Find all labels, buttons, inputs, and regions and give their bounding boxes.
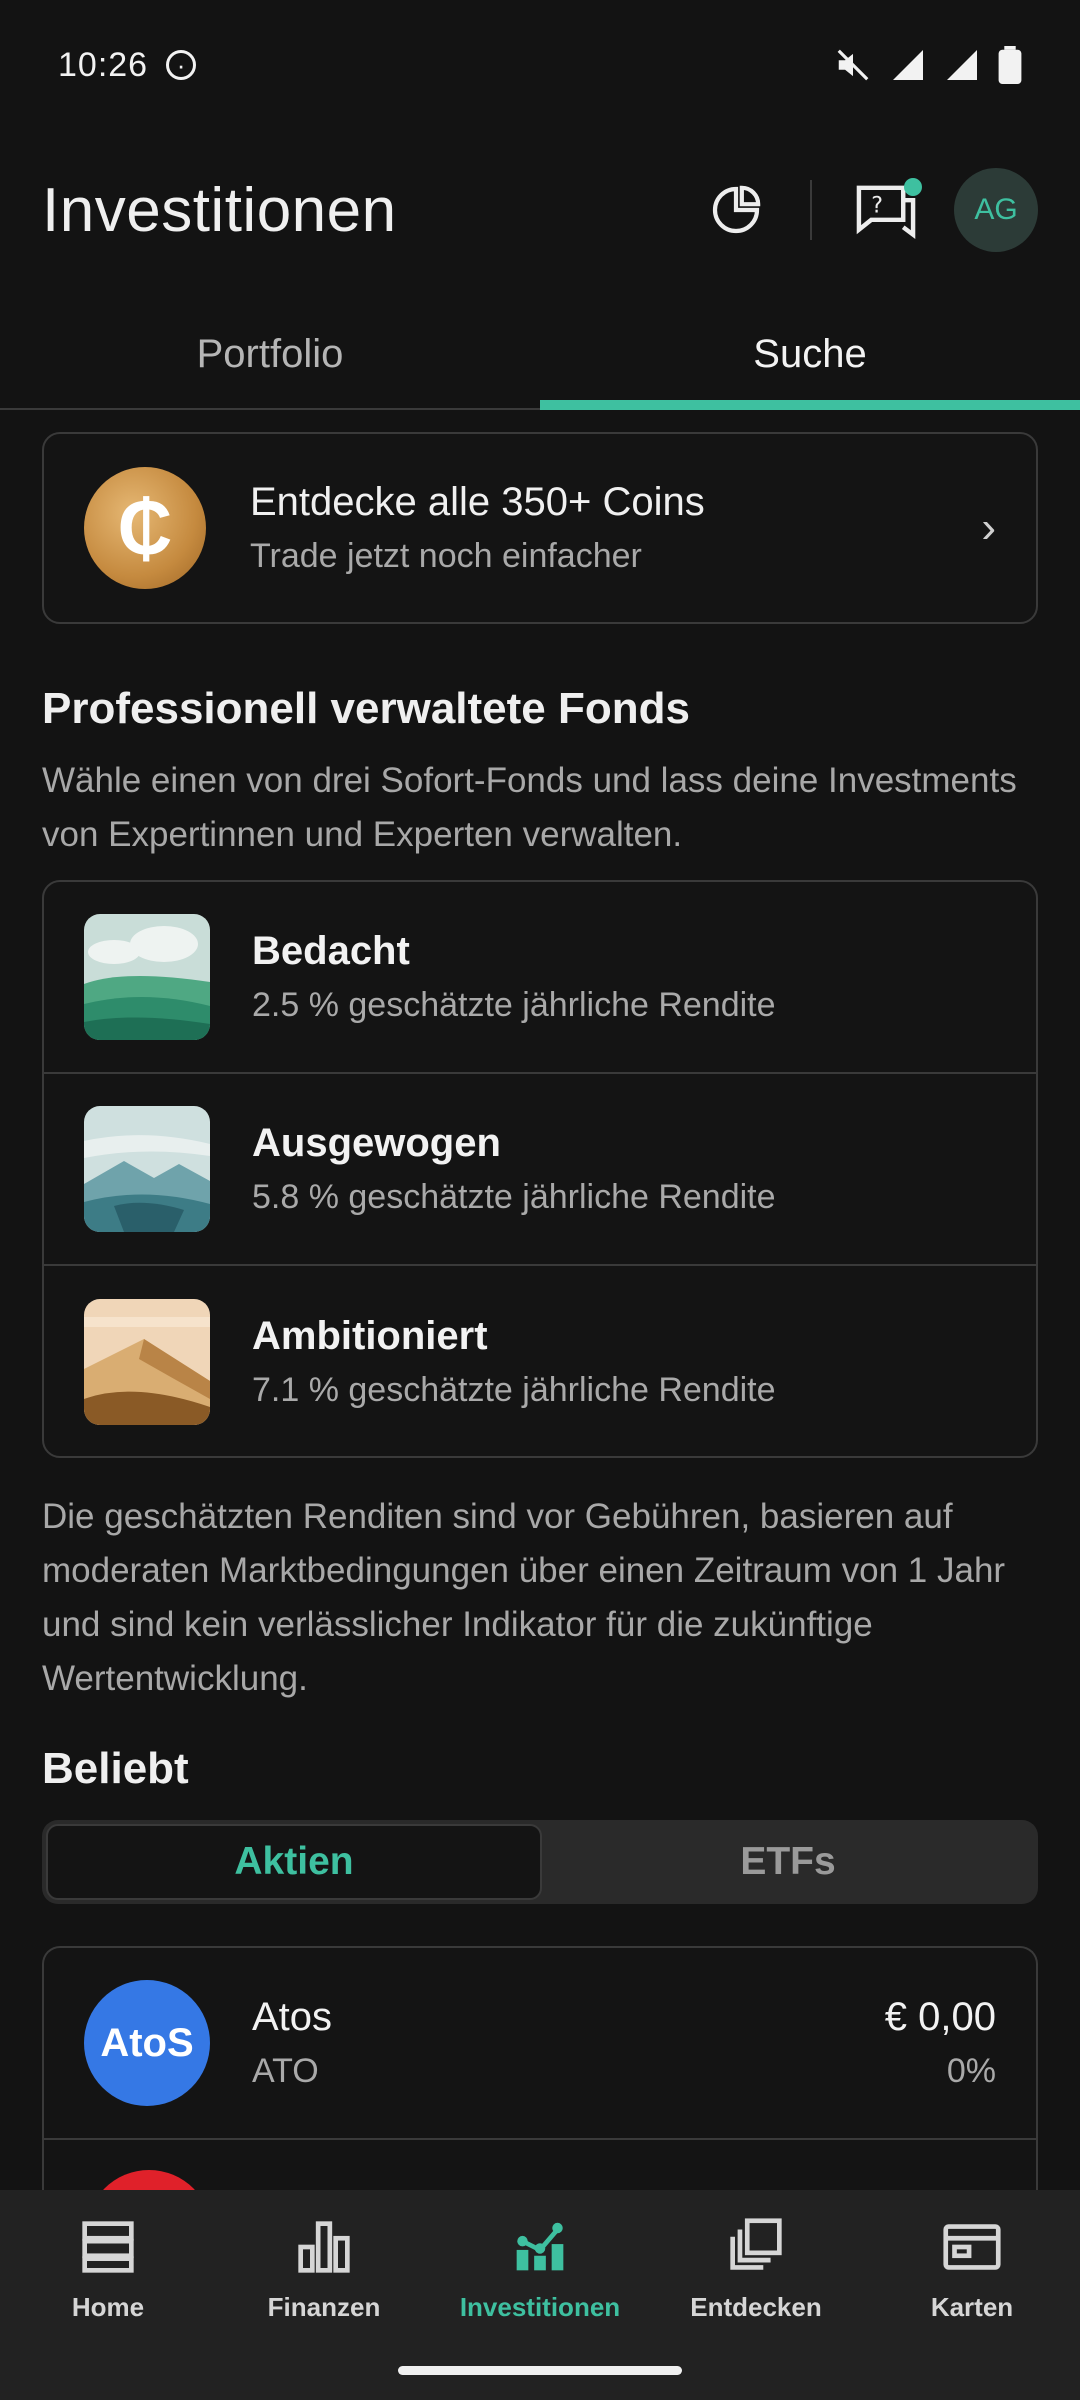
svg-text:?: ? (871, 192, 883, 218)
nav-label: Entdecken (690, 2292, 822, 2322)
nav-karten[interactable]: Karten (864, 2212, 1080, 2400)
pie-chart-icon (712, 185, 761, 234)
signal-2-icon (947, 50, 977, 80)
status-icons (834, 46, 1022, 84)
chevron-right-icon: › (981, 503, 996, 552)
fund-name: Bedacht (252, 929, 410, 973)
nav-label: Home (71, 2292, 145, 2322)
portfolio-chart-button[interactable] (698, 172, 774, 248)
popular-segment-control: Aktien ETFs (42, 1820, 1038, 1904)
stock-text: Atos ATO (252, 1995, 332, 2091)
header: Investitionen ? AG (0, 150, 1080, 270)
status-bar: 10:26 · (0, 0, 1080, 130)
fund-return: 2.5 % geschätzte jährliche Rendite (252, 986, 776, 1024)
segment-etfs[interactable]: ETFs (542, 1824, 1034, 1900)
home-indicator[interactable] (398, 2366, 682, 2375)
tab-suche[interactable]: Suche (540, 300, 1080, 410)
header-actions: ? AG (698, 168, 1038, 252)
fund-item-bedacht[interactable]: Bedacht 2.5 % geschätzte jährliche Rendi… (44, 882, 1036, 1074)
signal-icon (893, 50, 923, 80)
stock-change: 0% (946, 2052, 996, 2090)
funds-list: Bedacht 2.5 % geschätzte jährliche Rendi… (42, 880, 1038, 1458)
home-icon (82, 2221, 134, 2273)
fund-name: Ausgewogen (252, 1121, 501, 1165)
avatar[interactable]: AG (954, 168, 1038, 252)
fund-return: 7.1 % geschätzte jährliche Rendite (252, 1371, 776, 1409)
fund-ambitioniert-thumbnail (84, 1299, 210, 1425)
nav-home[interactable]: Home (0, 2212, 216, 2400)
fund-text: Ambitioniert 7.1 % geschätzte jährliche … (252, 1314, 776, 1410)
tab-portfolio[interactable]: Portfolio (0, 300, 540, 408)
header-divider (810, 180, 812, 240)
promo-title: Entdecke alle 350+ Coins (250, 480, 705, 524)
stock-name: Atos (252, 1995, 333, 2039)
popular-stocks-list: AtoS Atos ATO € 0,00 0% (42, 1946, 1038, 2206)
mute-icon (837, 49, 869, 81)
stock-item-atos[interactable]: AtoS Atos ATO € 0,00 0% (44, 1948, 1036, 2140)
stock-price: € 0,00 (884, 1995, 996, 2039)
atos-logo: AtoS (84, 1980, 210, 2106)
tab-bar: Portfolio Suche (0, 300, 1080, 410)
nav-label: Finanzen (267, 2292, 381, 2322)
nav-label: Investitionen (459, 2292, 621, 2322)
returns-disclaimer: Die geschätzten Renditen sind vor Gebühr… (42, 1497, 1006, 1698)
fund-item-ambitioniert[interactable]: Ambitioniert 7.1 % geschätzte jährliche … (44, 1266, 1036, 1458)
segment-aktien[interactable]: Aktien (46, 1824, 542, 1900)
popular-section-title: Beliebt (42, 1744, 189, 1793)
fund-item-ausgewogen[interactable]: Ausgewogen 5.8 % geschätzte jährliche Re… (44, 1074, 1036, 1266)
funds-section-description: Wähle einen von drei Sofort-Fonds und la… (42, 761, 1017, 854)
promo-text: Entdecke alle 350+ Coins Trade jetzt noc… (250, 480, 705, 576)
fund-text: Ausgewogen 5.8 % geschätzte jährliche Re… (252, 1121, 776, 1217)
notification-dot (904, 178, 922, 196)
stock-ticker: ATO (252, 2052, 319, 2090)
fund-return: 5.8 % geschätzte jährliche Rendite (252, 1178, 776, 1216)
status-time: 10:26 (58, 45, 149, 84)
fund-bedacht-thumbnail (84, 914, 210, 1040)
fund-text: Bedacht 2.5 % geschätzte jährliche Rendi… (252, 929, 776, 1025)
page-title: Investitionen (42, 175, 397, 245)
coin-icon: ₵ (84, 467, 206, 589)
investments-icon (516, 2222, 564, 2271)
coins-promo-card[interactable]: ₵ Entdecke alle 350+ Coins Trade jetzt n… (42, 432, 1038, 624)
stock-values: € 0,00 0% (885, 1995, 996, 2091)
help-chat-button[interactable]: ? (848, 172, 924, 248)
card-icon (943, 2224, 1001, 2270)
hotspot-icon: · (166, 50, 197, 80)
nav-label: Karten (930, 2292, 1014, 2322)
discover-icon (730, 2218, 782, 2270)
battery-icon (998, 46, 1022, 84)
funds-section-title: Professionell verwaltete Fonds (42, 684, 690, 733)
promo-subtitle: Trade jetzt noch einfacher (250, 537, 642, 575)
fund-ausgewogen-thumbnail (84, 1106, 210, 1232)
bar-chart-icon (298, 2221, 350, 2273)
fund-name: Ambitioniert (252, 1314, 488, 1358)
